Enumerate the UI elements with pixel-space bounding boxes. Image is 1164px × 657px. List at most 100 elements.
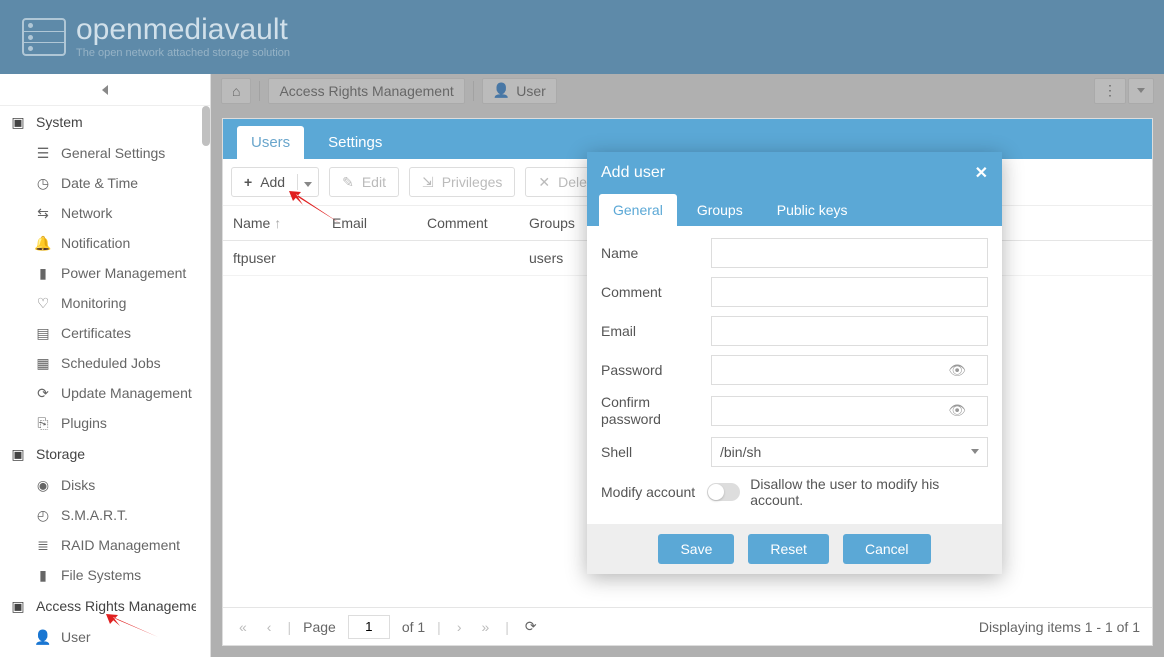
page-first-button[interactable]: « <box>235 619 251 635</box>
sidebar-collapse-button[interactable] <box>0 74 210 106</box>
reset-button[interactable]: Reset <box>748 534 829 564</box>
plus-icon: + <box>244 174 252 190</box>
modal-header[interactable]: Add user ✕ <box>587 152 1002 194</box>
shell-select[interactable]: /bin/sh <box>711 437 988 467</box>
sidebar-item-raid-management[interactable]: ≣RAID Management <box>0 530 210 560</box>
brand-subtitle: The open network attached storage soluti… <box>76 47 290 59</box>
heartbeat-icon: ♡ <box>35 295 51 311</box>
database-icon: ≣ <box>35 537 51 553</box>
app-header: openmediavault The open network attached… <box>0 0 1164 74</box>
brand-title: openmediavault <box>76 15 290 45</box>
confirm-password-field[interactable] <box>711 396 988 426</box>
page-next-button[interactable]: › <box>453 619 466 635</box>
sidebar-item-update-management[interactable]: ⟳Update Management <box>0 378 210 408</box>
pencil-icon: ✎ <box>342 174 354 191</box>
bell-icon: 🔔 <box>35 235 51 251</box>
sidebar-group-label: System <box>36 114 83 130</box>
sidebar-item-disks[interactable]: ◉Disks <box>0 470 210 500</box>
hdd-icon: ◉ <box>35 477 51 493</box>
add-dropdown-caret[interactable] <box>297 174 312 190</box>
page-prev-button[interactable]: ‹ <box>263 619 276 635</box>
sidebar-group-arm[interactable]: ▣Access Rights Management <box>0 590 210 622</box>
sidebar-tree: ▣ System ☰General Settings ◷Date & Time ⇆… <box>0 106 210 657</box>
label-email: Email <box>601 323 711 339</box>
modal-title: Add user <box>601 164 665 182</box>
sidebar-item-date-time[interactable]: ◷Date & Time <box>0 168 210 198</box>
sidebar-item-plugins[interactable]: ⎘Plugins <box>0 408 210 438</box>
password-field[interactable] <box>711 355 988 385</box>
sidebar-group-system[interactable]: ▣ System <box>0 106 210 138</box>
chevron-down-icon <box>971 449 979 454</box>
cell-comment <box>417 241 519 275</box>
sidebar-item-network[interactable]: ⇆Network <box>0 198 210 228</box>
tab-settings[interactable]: Settings <box>314 126 396 159</box>
calendar-icon: ▦ <box>35 355 51 371</box>
archive-icon: ▣ <box>10 598 26 614</box>
label-password: Password <box>601 362 711 378</box>
label-name: Name <box>601 245 711 261</box>
cancel-button[interactable]: Cancel <box>843 534 931 564</box>
sidebar-scrollbar[interactable] <box>202 106 210 146</box>
comment-field[interactable] <box>711 277 988 307</box>
sidebar-item-certificates[interactable]: ▤Certificates <box>0 318 210 348</box>
column-name[interactable]: Name ↑ <box>223 206 322 240</box>
email-field[interactable] <box>711 316 988 346</box>
modal-tab-public-keys[interactable]: Public keys <box>763 194 862 226</box>
sidebar-item-notification[interactable]: 🔔Notification <box>0 228 210 258</box>
cell-name: ftpuser <box>223 241 322 275</box>
folder-icon: ▮ <box>35 567 51 583</box>
modal-body: Name Comment Email Password👁 Confirm pas… <box>587 226 1002 524</box>
sidebar-item-scheduled-jobs[interactable]: ▦Scheduled Jobs <box>0 348 210 378</box>
sidebar-item-file-systems[interactable]: ▮File Systems <box>0 560 210 590</box>
modify-account-hint: Disallow the user to modify his account. <box>750 476 988 508</box>
page-input[interactable] <box>348 615 390 639</box>
sidebar-item-group[interactable]: 👥Group <box>0 652 210 657</box>
cell-email <box>322 241 417 275</box>
label-confirm-password: Confirm password <box>601 394 711 428</box>
modal-footer: Save Reset Cancel <box>587 524 1002 574</box>
modal-close-button[interactable]: ✕ <box>975 163 988 183</box>
close-icon: ✕ <box>538 174 550 191</box>
sidebar-item-user[interactable]: 👤User <box>0 622 210 652</box>
pagination-bar: « ‹ | Page of 1 | › » | ⟳ Displaying ite… <box>223 607 1152 645</box>
modal-tab-general[interactable]: General <box>599 194 677 226</box>
modify-account-toggle[interactable] <box>707 483 740 501</box>
logo-icon <box>22 18 66 56</box>
label-comment: Comment <box>601 284 711 300</box>
modal-tab-groups[interactable]: Groups <box>683 194 757 226</box>
sidebar-group-storage[interactable]: ▣Storage <box>0 438 210 470</box>
dashboard-icon: ◴ <box>35 507 51 523</box>
pager-info: Displaying items 1 - 1 of 1 <box>979 619 1140 635</box>
refresh-icon: ⟳ <box>35 385 51 401</box>
privileges-button[interactable]: ⇲Privileges <box>409 167 515 197</box>
chevron-left-icon <box>102 85 108 95</box>
plug-icon: ⎘ <box>35 415 51 431</box>
page-of-label: of 1 <box>402 619 425 635</box>
sidebar-item-power-management[interactable]: ▮Power Management <box>0 258 210 288</box>
sidebar-item-smart[interactable]: ◴S.M.A.R.T. <box>0 500 210 530</box>
sidebar-item-general-settings[interactable]: ☰General Settings <box>0 138 210 168</box>
page-label: Page <box>303 619 336 635</box>
share-icon: ⇲ <box>422 174 434 191</box>
column-comment[interactable]: Comment <box>417 206 519 240</box>
archive-icon: ▣ <box>10 114 26 130</box>
label-modify-account: Modify account <box>601 484 707 500</box>
chevron-down-icon <box>304 182 312 187</box>
share-icon: ⇆ <box>35 205 51 221</box>
add-user-modal: Add user ✕ General Groups Public keys Na… <box>587 152 1002 574</box>
name-field[interactable] <box>711 238 988 268</box>
tab-users[interactable]: Users <box>237 126 304 159</box>
sidebar-item-monitoring[interactable]: ♡Monitoring <box>0 288 210 318</box>
battery-icon: ▮ <box>35 265 51 281</box>
label-shell: Shell <box>601 444 711 460</box>
page-refresh-button[interactable]: ⟳ <box>521 618 541 635</box>
modal-tabs: General Groups Public keys <box>587 194 1002 226</box>
edit-button[interactable]: ✎Edit <box>329 167 399 197</box>
archive-icon: ▣ <box>10 446 26 462</box>
save-button[interactable]: Save <box>658 534 734 564</box>
add-button[interactable]: +Add <box>231 167 319 197</box>
sort-asc-icon: ↑ <box>274 215 281 231</box>
column-email[interactable]: Email <box>322 206 417 240</box>
page-last-button[interactable]: » <box>477 619 493 635</box>
user-icon: 👤 <box>35 629 51 645</box>
